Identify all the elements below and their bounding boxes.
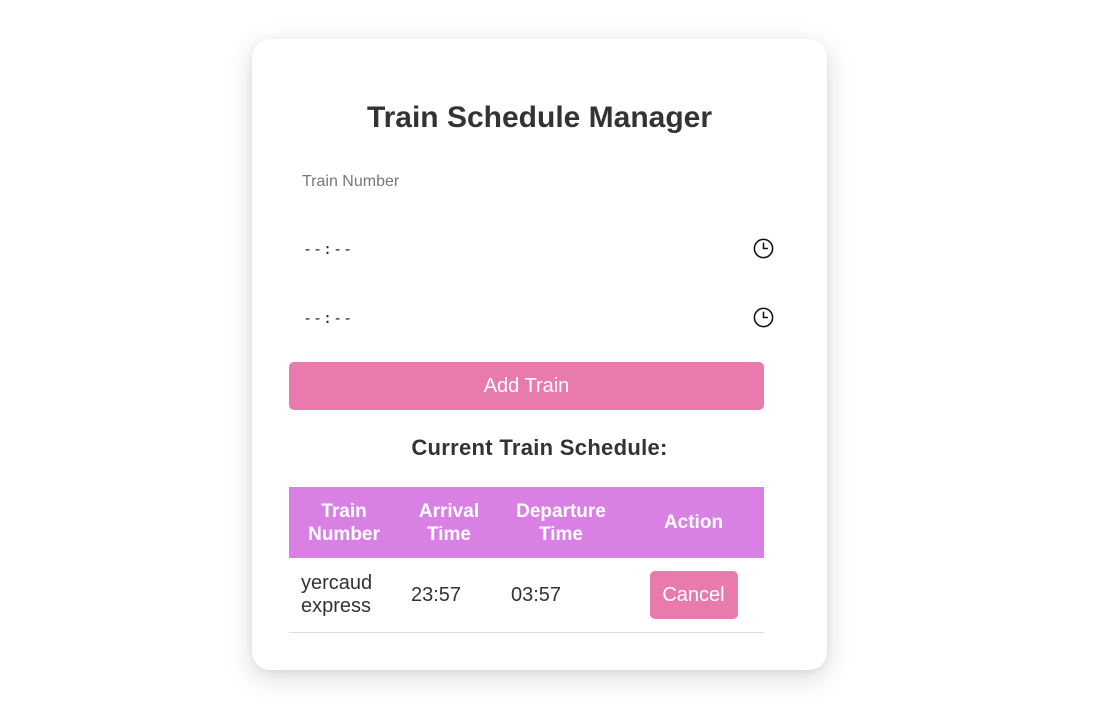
train-number-field-wrapper [289,160,776,204]
train-number-cell: yercaud express [289,558,399,633]
schedule-table: Train Number Arrival Time Departure Time… [289,487,764,633]
arrival-time-cell: 23:57 [399,558,499,633]
column-header-action: Action [623,487,764,558]
departure-time-value: --:-- [303,309,354,327]
clock-icon[interactable] [752,306,775,329]
table-header-row: Train Number Arrival Time Departure Time… [289,487,764,558]
action-cell: Cancel [623,558,764,633]
column-header-train-number: Train Number [289,487,399,558]
train-number-input[interactable] [289,160,776,204]
arrival-time-value: --:-- [303,240,354,258]
column-header-departure-time: Departure Time [499,487,623,558]
schedule-card: Train Schedule Manager --:-- --:-- Add T… [252,39,827,670]
arrival-time-input[interactable]: --:-- [289,227,776,271]
cancel-button[interactable]: Cancel [649,571,738,619]
clock-icon[interactable] [752,237,775,260]
page-title: Train Schedule Manager [366,101,713,134]
table-row: yercaud express 23:57 03:57 Cancel [289,558,764,633]
column-header-arrival-time: Arrival Time [399,487,499,558]
departure-time-input[interactable]: --:-- [289,296,776,340]
schedule-heading: Current Train Schedule: [411,435,668,460]
add-train-button[interactable]: Add Train [289,362,764,410]
departure-time-cell: 03:57 [499,558,623,633]
